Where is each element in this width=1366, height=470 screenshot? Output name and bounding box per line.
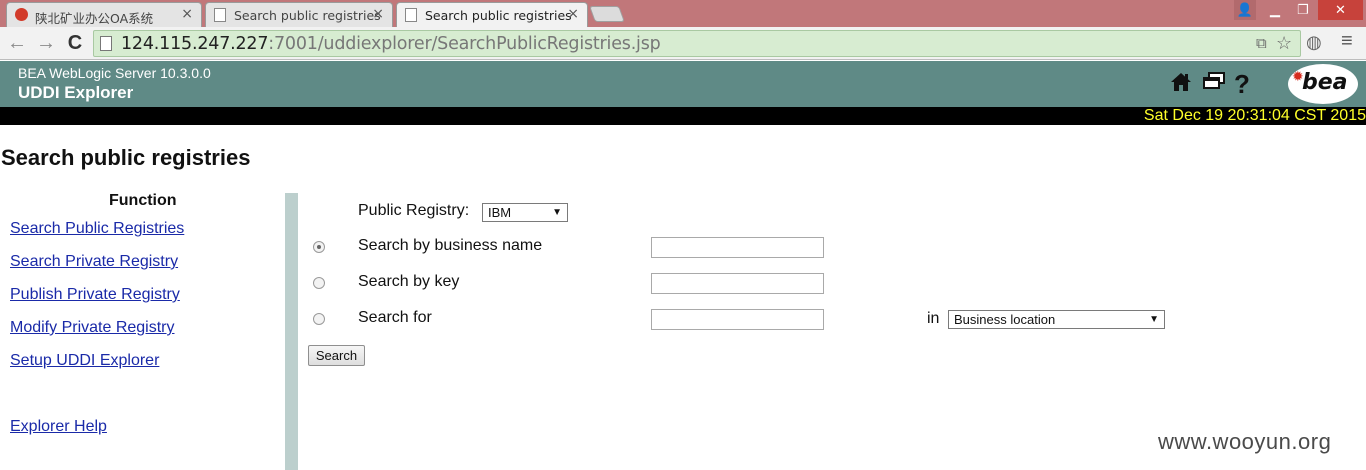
tab-search-registries-active[interactable]: Search public registries ×	[396, 2, 588, 28]
option-search-for-label: Search for	[358, 309, 432, 326]
app-header: BEA WebLogic Server 10.3.0.0 UDDI Explor…	[0, 61, 1366, 107]
bookmark-star-icon[interactable]: ☆	[1276, 33, 1292, 54]
search-button[interactable]: Search	[308, 345, 365, 366]
app-name: UDDI Explorer	[18, 83, 134, 102]
home-icon[interactable]	[1170, 71, 1192, 99]
minimize-button[interactable]: ▁	[1262, 0, 1288, 20]
back-button[interactable]: ←	[6, 32, 28, 54]
business-name-input[interactable]	[651, 237, 824, 258]
reload-button[interactable]: C	[64, 32, 86, 54]
watermark: www.wooyun.org	[1158, 429, 1332, 454]
registry-select[interactable]: IBM ▼	[482, 203, 568, 222]
url-text[interactable]: 124.115.247.227:7001/uddiexplorer/Search…	[121, 34, 661, 54]
option-key-label: Search by key	[358, 273, 460, 290]
sidebar-link-modify-private[interactable]: Modify Private Registry	[10, 319, 175, 337]
tab-close-icon[interactable]: ×	[372, 6, 384, 22]
page-icon	[405, 8, 417, 22]
site-favicon-icon	[15, 8, 28, 21]
logo-text: bea	[1302, 70, 1348, 95]
dropdown-arrow-icon: ▼	[552, 207, 562, 218]
browser-titlebar: 陕北矿业办公OA系统 × Search public registries × …	[0, 0, 1366, 28]
tab-search-registries-1[interactable]: Search public registries ×	[205, 2, 393, 27]
user-icon[interactable]: 👤	[1234, 0, 1256, 20]
new-tab-button[interactable]	[589, 6, 625, 22]
sidebar-link-help[interactable]: Explorer Help	[10, 418, 107, 436]
tab-oa-system[interactable]: 陕北矿业办公OA系统 ×	[6, 2, 202, 27]
page-title: Search public registries	[1, 145, 251, 170]
menu-icon[interactable]: ≡	[1341, 30, 1353, 53]
sidebar-heading: Function	[109, 192, 177, 209]
search-for-input[interactable]	[651, 309, 824, 330]
radio-search-for[interactable]	[313, 313, 325, 325]
dropdown-arrow-icon: ▼	[1149, 314, 1159, 325]
product-name: BEA WebLogic Server 10.3.0.0	[18, 65, 211, 81]
option-business-name-label: Search by business name	[358, 237, 543, 254]
sidebar-link-search-private[interactable]: Search Private Registry	[10, 253, 178, 271]
tab-title: Search public registries	[425, 8, 572, 23]
forward-button[interactable]: →	[35, 32, 57, 54]
page-icon	[214, 8, 226, 22]
key-input[interactable]	[651, 273, 824, 294]
registry-select-value: IBM	[488, 205, 512, 220]
help-icon[interactable]: ?	[1234, 71, 1250, 97]
radio-business-name[interactable]	[313, 241, 325, 253]
sidebar-link-search-public[interactable]: Search Public Registries	[10, 220, 184, 238]
close-window-button[interactable]: ✕	[1318, 0, 1363, 20]
date-bar: Sat Dec 19 20:31:04 CST 2015	[0, 107, 1366, 125]
windows-icon[interactable]	[1202, 71, 1226, 97]
tab-close-icon[interactable]: ×	[181, 6, 193, 22]
address-bar[interactable]: 124.115.247.227:7001/uddiexplorer/Search…	[93, 30, 1301, 57]
radio-key[interactable]	[313, 277, 325, 289]
page-icon	[100, 36, 112, 51]
maximize-button[interactable]: ❐	[1290, 0, 1316, 20]
sidebar-link-setup[interactable]: Setup UDDI Explorer	[10, 352, 159, 370]
browser-toolbar: ← → C 124.115.247.227:7001/uddiexplorer/…	[0, 27, 1366, 60]
sidebar-link-publish-private[interactable]: Publish Private Registry	[10, 286, 180, 304]
translate-icon[interactable]: ⧉	[1256, 35, 1267, 52]
url-host: 124.115.247.227	[121, 34, 269, 54]
location-select[interactable]: Business location ▼	[948, 310, 1165, 329]
in-label: in	[927, 310, 940, 327]
url-path: :7001/uddiexplorer/SearchPublicRegistrie…	[268, 34, 661, 54]
tab-title: Search public registries	[234, 8, 381, 23]
location-select-value: Business location	[954, 312, 1056, 327]
tab-title: 陕北矿业办公OA系统	[35, 11, 154, 26]
bea-logo: ✹ bea	[1288, 64, 1358, 104]
tab-close-icon[interactable]: ×	[567, 6, 579, 22]
sidebar-divider	[285, 193, 298, 470]
extension-globe-icon[interactable]: ◍	[1306, 32, 1322, 53]
registry-label: Public Registry:	[358, 202, 470, 219]
server-datetime: Sat Dec 19 20:31:04 CST 2015	[1143, 107, 1366, 124]
